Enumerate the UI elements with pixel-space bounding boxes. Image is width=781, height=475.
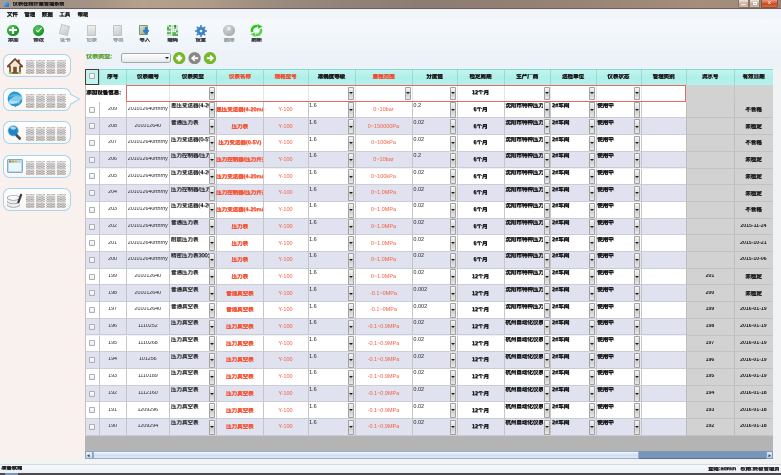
svg-text:News: News xyxy=(9,99,20,104)
